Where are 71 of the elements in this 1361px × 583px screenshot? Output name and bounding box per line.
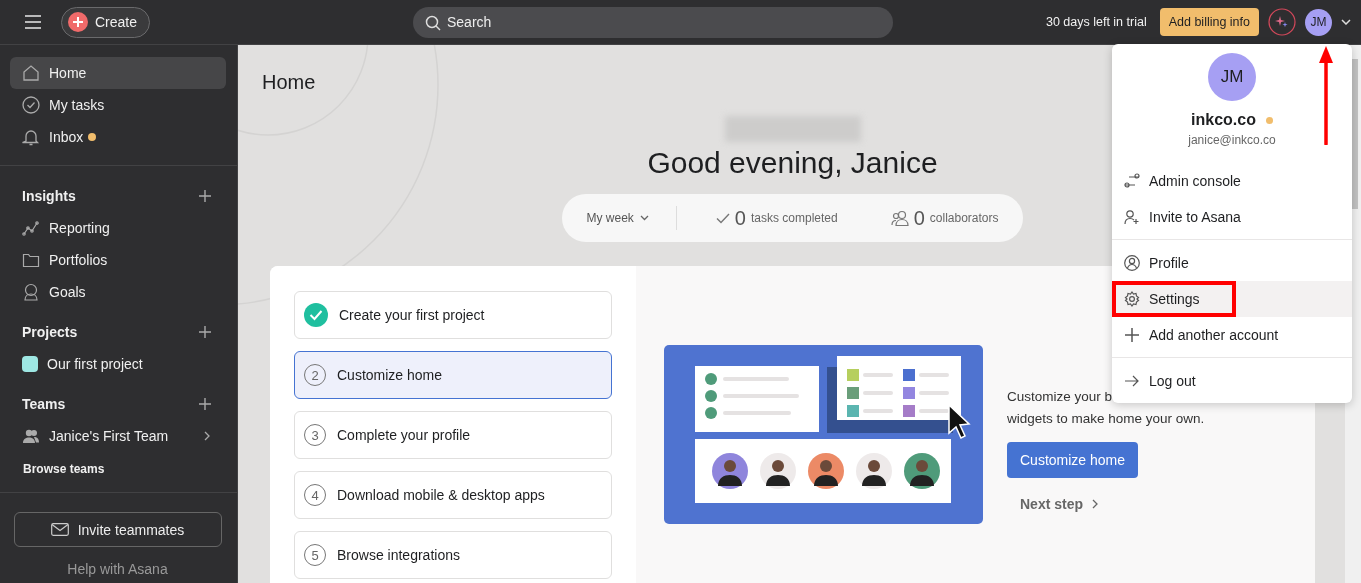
browse-teams-link[interactable]: Browse teams — [10, 460, 226, 478]
sidebar-item[interactable]: Janice's First Team — [10, 420, 226, 452]
nav-item[interactable]: My tasks — [10, 89, 226, 121]
check-circle-icon — [22, 96, 40, 114]
description-line: widgets to make home your own. — [1007, 410, 1205, 428]
chevron-icon[interactable] — [204, 431, 210, 441]
profile-icon — [1124, 255, 1140, 271]
plus-icon — [68, 12, 88, 32]
mail-icon — [50, 523, 69, 536]
sidebar-item[interactable]: Reporting — [10, 212, 226, 244]
menu-item[interactable]: Settings — [1112, 281, 1352, 317]
setup-step[interactable]: Create your first project — [294, 291, 612, 339]
reporting-icon — [22, 219, 40, 237]
check-icon — [715, 212, 730, 224]
search-icon — [425, 14, 441, 31]
arrow-right-icon — [1124, 373, 1140, 389]
add-person-icon — [1124, 209, 1140, 225]
invite-button[interactable]: Invite teammates — [13, 512, 222, 547]
next-step-button[interactable]: Next step — [1007, 492, 1112, 516]
menu-item[interactable]: Profile — [1112, 245, 1352, 281]
user-email: janice@inkco.co — [1188, 133, 1276, 147]
settings-icon — [1124, 291, 1140, 307]
workspace-name: inkco.co — [1191, 111, 1256, 129]
tasks-count: 0 — [734, 206, 746, 230]
sidebar-item[interactable]: Our first project — [10, 348, 226, 380]
setup-step[interactable]: 5 Browse integrations — [294, 531, 612, 579]
add-icon[interactable] — [199, 398, 211, 410]
plus-icon — [1124, 327, 1140, 343]
greeting: Good evening, Janice — [647, 146, 938, 180]
folder-icon — [22, 251, 40, 269]
section-title: Teams — [22, 396, 66, 412]
description-line: Customize your b — [1007, 388, 1113, 406]
trial-status: 30 days left in trial — [1045, 15, 1147, 29]
bell-icon — [22, 128, 40, 146]
menu-icon[interactable] — [24, 15, 42, 29]
nav-item[interactable]: Inbox — [10, 121, 226, 153]
customize-home-button[interactable]: Customize home — [1007, 442, 1139, 478]
user-avatar[interactable]: JM — [1305, 8, 1332, 36]
menu-item[interactable]: Log out — [1112, 363, 1352, 399]
setup-step[interactable]: 2 Customize home — [294, 351, 612, 399]
menu-item[interactable]: Invite to Asana — [1112, 199, 1352, 235]
add-icon[interactable] — [199, 190, 211, 202]
nav-item[interactable]: Home — [10, 57, 226, 89]
page-title: Home — [262, 71, 316, 94]
menu-item[interactable]: Add another account — [1112, 317, 1352, 353]
setup-step[interactable]: 3 Complete your profile — [294, 411, 612, 459]
menu-item[interactable]: Admin console — [1112, 163, 1352, 199]
help-link[interactable]: Help with Asana — [67, 561, 168, 577]
billing-button[interactable]: Add billing info — [1159, 8, 1259, 36]
section-title: Projects — [22, 324, 78, 340]
search-field[interactable]: Search — [413, 6, 893, 38]
collaborators-count: 0 — [913, 206, 925, 230]
period-dropdown[interactable]: My week — [586, 211, 649, 225]
team-icon — [22, 427, 40, 445]
sidebar-item[interactable]: Goals — [10, 276, 226, 308]
goal-icon — [22, 283, 40, 301]
tasks-label: tasks completed — [750, 211, 838, 225]
section-title: Insights — [22, 188, 76, 204]
sliders-icon — [1124, 173, 1140, 189]
status-dot — [1265, 116, 1273, 124]
collaborators-label: collaborators — [929, 211, 999, 225]
chevron-icon — [639, 215, 649, 221]
home-icon — [22, 64, 40, 82]
user-avatar: JM — [1208, 53, 1256, 101]
setup-step[interactable]: 4 Download mobile & desktop apps — [294, 471, 612, 519]
add-icon[interactable] — [199, 326, 211, 338]
chevron-icon — [1092, 499, 1099, 509]
people-icon — [890, 210, 909, 226]
sparkle-icon[interactable] — [1268, 8, 1296, 36]
create-button[interactable]: Create — [61, 6, 151, 38]
sidebar-item[interactable]: Portfolios — [10, 244, 226, 276]
